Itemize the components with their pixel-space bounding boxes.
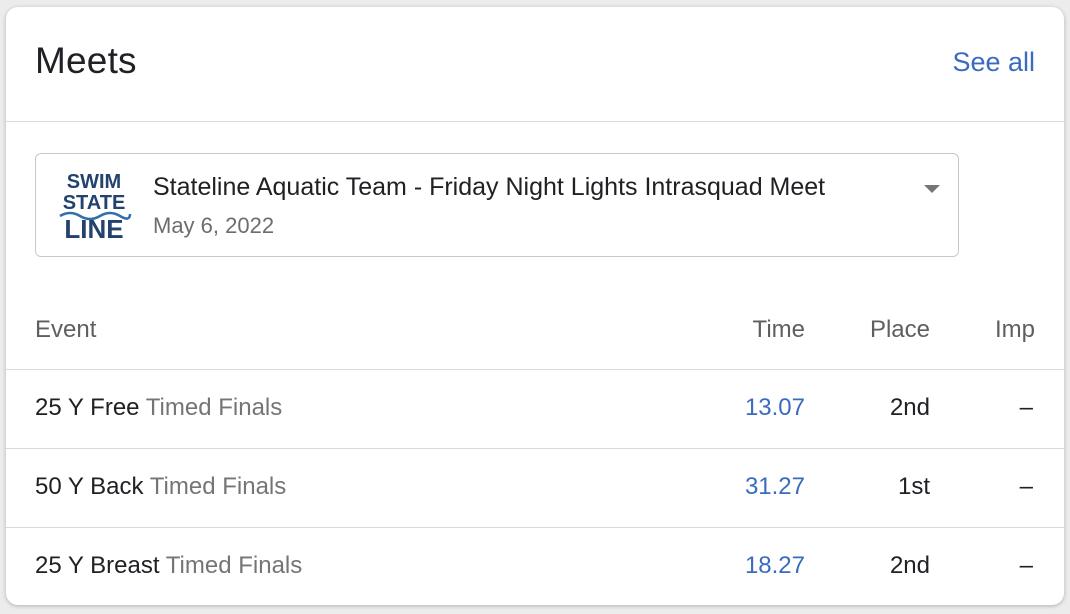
event-round: Timed Finals [149,473,287,500]
event-cell: 25 Y Breast Timed Finals [35,552,302,580]
place-cell: 1st [897,473,930,500]
event-name: 50 Y Back [35,473,144,500]
event-cell: 25 Y Free Timed Finals [35,394,282,422]
event-name: 25 Y Free [35,394,140,421]
table-header: Event Time Place Imp [6,291,1064,370]
logo-line-2: STATE [63,192,126,214]
event-cell: 50 Y Back Timed Finals [35,473,286,501]
column-header-imp: Imp [994,316,1035,343]
column-header-event: Event [35,316,97,343]
card-title: Meets [35,40,137,81]
column-header-place: Place [869,316,930,343]
logo-line-1: SWIM [67,171,121,193]
imp-cell: – [1019,552,1033,579]
time-link[interactable]: 31.27 [745,473,805,501]
results-table: Event Time Place Imp 25 Y Free Timed Fin… [6,291,1064,605]
imp-cell: – [1019,394,1033,421]
logo-line-3: LINE [64,214,123,240]
event-round: Timed Finals [145,394,283,421]
meets-card: Meets See all SWIM STATE LINE Stateline … [6,7,1064,605]
place-cell: 2nd [889,552,930,579]
see-all-link[interactable]: See all [952,47,1035,78]
event-name: 25 Y Breast [35,552,160,579]
imp-cell: – [1019,473,1033,500]
card-header: Meets See all [6,7,1064,122]
column-header-time: Time [752,316,805,343]
meet-date: May 6, 2022 [153,213,275,238]
time-link[interactable]: 13.07 [745,394,805,422]
table-row: 25 Y Breast Timed Finals 18.27 2nd – [6,528,1064,605]
time-link[interactable]: 18.27 [745,552,805,580]
event-round: Timed Finals [165,552,303,579]
table-row: 25 Y Free Timed Finals 13.07 2nd – [6,370,1064,449]
meet-selector-dropdown[interactable]: SWIM STATE LINE Stateline Aquatic Team -… [35,153,959,257]
table-row: 50 Y Back Timed Finals 31.27 1st – [6,449,1064,528]
meet-name: Stateline Aquatic Team - Friday Night Li… [153,173,826,201]
caret-down-icon [924,185,940,193]
place-cell: 2nd [889,394,930,421]
swim-stateline-logo: SWIM STATE LINE [59,171,132,240]
